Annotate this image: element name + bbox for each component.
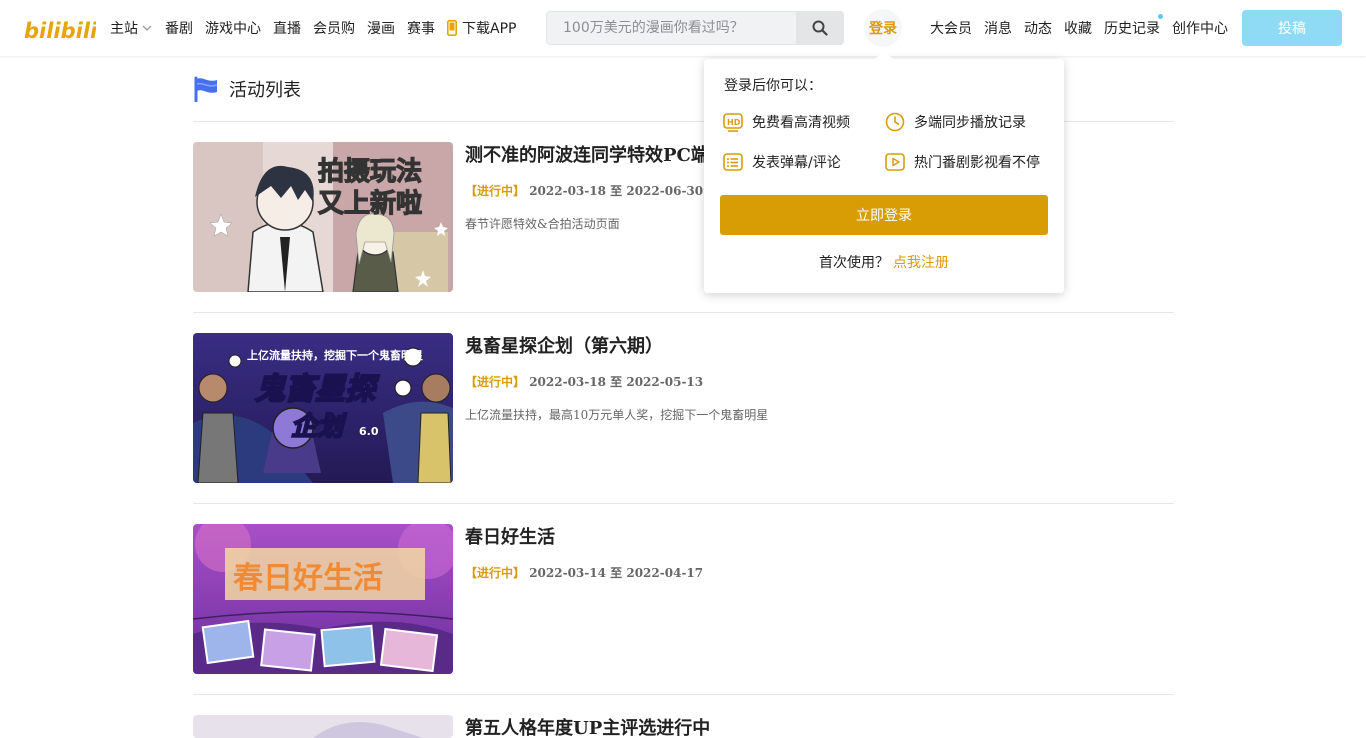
- divider: [193, 503, 1174, 504]
- activity-description: 上亿流量扶持，最高10万元单人奖，挖掘下一个鬼畜明星: [465, 408, 769, 422]
- user-nav: 大会员 消息 动态 收藏 历史记录 创作中心: [930, 0, 1240, 56]
- date-separator: 至: [610, 184, 623, 198]
- activity-title[interactable]: 春日好生活: [465, 523, 555, 549]
- search-icon: [812, 20, 828, 36]
- nav-label: 历史记录: [1104, 21, 1160, 37]
- feature-danmaku: 发表弹幕/评论: [722, 151, 841, 173]
- nav-label: 游戏中心: [205, 21, 261, 37]
- nav-label: 主站: [110, 21, 138, 37]
- activity-description: 春节许愿特效&合拍活动页面: [465, 217, 620, 231]
- nav-manga[interactable]: 漫画: [367, 18, 395, 38]
- status-badge: 【进行中】: [465, 566, 526, 580]
- feature-anime: 热门番剧影视看不停: [884, 151, 1040, 173]
- nav-live[interactable]: 直播: [273, 18, 301, 38]
- nav-label: 赛事: [407, 21, 435, 37]
- top-header: bilibili 主站 番剧 游戏中心 直播 会员购 漫画 赛事 下载APP 登…: [0, 0, 1366, 56]
- notification-dot: [1158, 14, 1163, 19]
- popup-heading: 登录后你可以：: [724, 78, 822, 94]
- start-date: 2022-03-18: [529, 184, 606, 198]
- activity-thumbnail[interactable]: [193, 715, 453, 738]
- nav-label: 漫画: [367, 21, 395, 37]
- nav-shop[interactable]: 会员购: [313, 18, 355, 38]
- login-now-button[interactable]: 立即登录: [720, 195, 1048, 235]
- thumbnail-caption: 又上新啦: [318, 188, 422, 219]
- activity-thumbnail[interactable]: 上亿流量扶持，挖掘下一个鬼畜明星 鬼畜星探 企划 6.0: [193, 333, 453, 483]
- first-use-label: 首次使用？: [819, 255, 889, 271]
- activity-item[interactable]: 第五人格年度UP主评选进行中: [193, 715, 1174, 738]
- date-separator: 至: [610, 375, 623, 389]
- thumbnail-caption: 春日好生活: [233, 561, 383, 596]
- upload-button[interactable]: 投稿: [1242, 10, 1342, 46]
- activity-meta: 【进行中】 2022-03-18 至 2022-06-30: [465, 182, 703, 199]
- nav-main-site[interactable]: 主站: [110, 18, 153, 38]
- activity-meta: 【进行中】 2022-03-14 至 2022-04-17: [465, 564, 703, 581]
- divider: [193, 694, 1174, 695]
- svg-text:bilibili: bilibili: [24, 19, 96, 43]
- flag-icon: [194, 76, 218, 102]
- nav-creator-center[interactable]: 创作中心: [1172, 18, 1228, 38]
- nav-history[interactable]: 历史记录: [1104, 14, 1163, 38]
- svg-text:HD: HD: [727, 118, 741, 127]
- nav-favorites[interactable]: 收藏: [1064, 18, 1092, 38]
- activity-title[interactable]: 测不准的阿波连同学特效PC端: [465, 141, 709, 167]
- feature-label: 多端同步播放记录: [914, 115, 1026, 131]
- feature-hd-video: HD 免费看高清视频: [722, 111, 850, 133]
- chevron-down-icon: [142, 25, 152, 31]
- status-badge: 【进行中】: [465, 375, 526, 389]
- search-button[interactable]: [796, 11, 844, 45]
- activity-title[interactable]: 鬼畜星探企划（第六期）: [465, 332, 663, 358]
- feature-sync-history: 多端同步播放记录: [884, 111, 1026, 133]
- divider: [193, 312, 1174, 313]
- page-title: 活动列表: [229, 80, 301, 101]
- nav-dynamics[interactable]: 动态: [1024, 18, 1052, 38]
- thumbnail-caption: 鬼畜星探: [255, 372, 380, 407]
- nav-label: 番剧: [165, 21, 193, 37]
- clock-icon: [885, 112, 905, 132]
- date-separator: 至: [610, 566, 623, 580]
- nav-game-center[interactable]: 游戏中心: [205, 18, 261, 38]
- login-avatar-button[interactable]: 登录: [864, 9, 902, 47]
- nav-esports[interactable]: 赛事: [407, 18, 435, 38]
- search-bar: [546, 11, 844, 45]
- hd-icon: HD: [723, 113, 743, 132]
- thumbnail-caption: 拍摄玩法: [318, 157, 422, 187]
- activity-title[interactable]: 第五人格年度UP主评选进行中: [465, 715, 710, 738]
- register-link[interactable]: 点我注册: [893, 255, 949, 271]
- activity-item[interactable]: 上亿流量扶持，挖掘下一个鬼畜明星 鬼畜星探 企划 6.0 鬼畜星探企划（第六期）…: [193, 333, 1174, 524]
- start-date: 2022-03-14: [529, 566, 606, 580]
- nav-anime[interactable]: 番剧: [165, 18, 193, 38]
- login-popup: 登录后你可以： HD 免费看高清视频 多端同步播放记录 发表弹幕/评论 热门番剧…: [704, 50, 1064, 293]
- search-input[interactable]: [546, 11, 796, 45]
- bilibili-logo[interactable]: bilibili: [24, 12, 96, 44]
- activity-thumbnail[interactable]: 拍摄玩法 又上新啦: [193, 142, 453, 292]
- activity-meta: 【进行中】 2022-03-18 至 2022-05-13: [465, 373, 703, 390]
- main-nav: 主站 番剧 游戏中心 直播 会员购 漫画 赛事 下载APP: [110, 0, 528, 56]
- nav-download-app[interactable]: 下载APP: [447, 18, 516, 38]
- activity-item[interactable]: 春日好生活 春日好生活 【进行中】 2022-03-14 至 2022-04-1…: [193, 524, 1174, 715]
- end-date: 2022-06-30: [626, 184, 704, 198]
- end-date: 2022-05-13: [626, 375, 704, 389]
- first-use-prompt: 首次使用？ 点我注册: [704, 252, 1064, 272]
- feature-label: 免费看高清视频: [752, 115, 850, 131]
- thumbnail-caption: 6.0: [359, 425, 379, 438]
- feature-label: 热门番剧影视看不停: [914, 155, 1040, 171]
- end-date: 2022-04-17: [626, 566, 704, 580]
- phone-icon: [447, 20, 457, 36]
- nav-messages[interactable]: 消息: [984, 18, 1012, 38]
- nav-label: 会员购: [313, 21, 355, 37]
- comment-list-icon: [723, 153, 743, 171]
- nav-vip[interactable]: 大会员: [930, 18, 972, 38]
- thumbnail-caption: 上亿流量扶持，挖掘下一个鬼畜明星: [247, 348, 423, 362]
- thumbnail-caption: 企划: [291, 412, 347, 442]
- play-icon: [885, 153, 905, 171]
- status-badge: 【进行中】: [465, 184, 526, 198]
- activity-thumbnail[interactable]: 春日好生活: [193, 524, 453, 674]
- nav-label: 下载APP: [462, 21, 517, 37]
- feature-label: 发表弹幕/评论: [752, 155, 841, 171]
- section-header: 活动列表: [193, 76, 301, 102]
- start-date: 2022-03-18: [529, 375, 606, 389]
- nav-label: 直播: [273, 21, 301, 37]
